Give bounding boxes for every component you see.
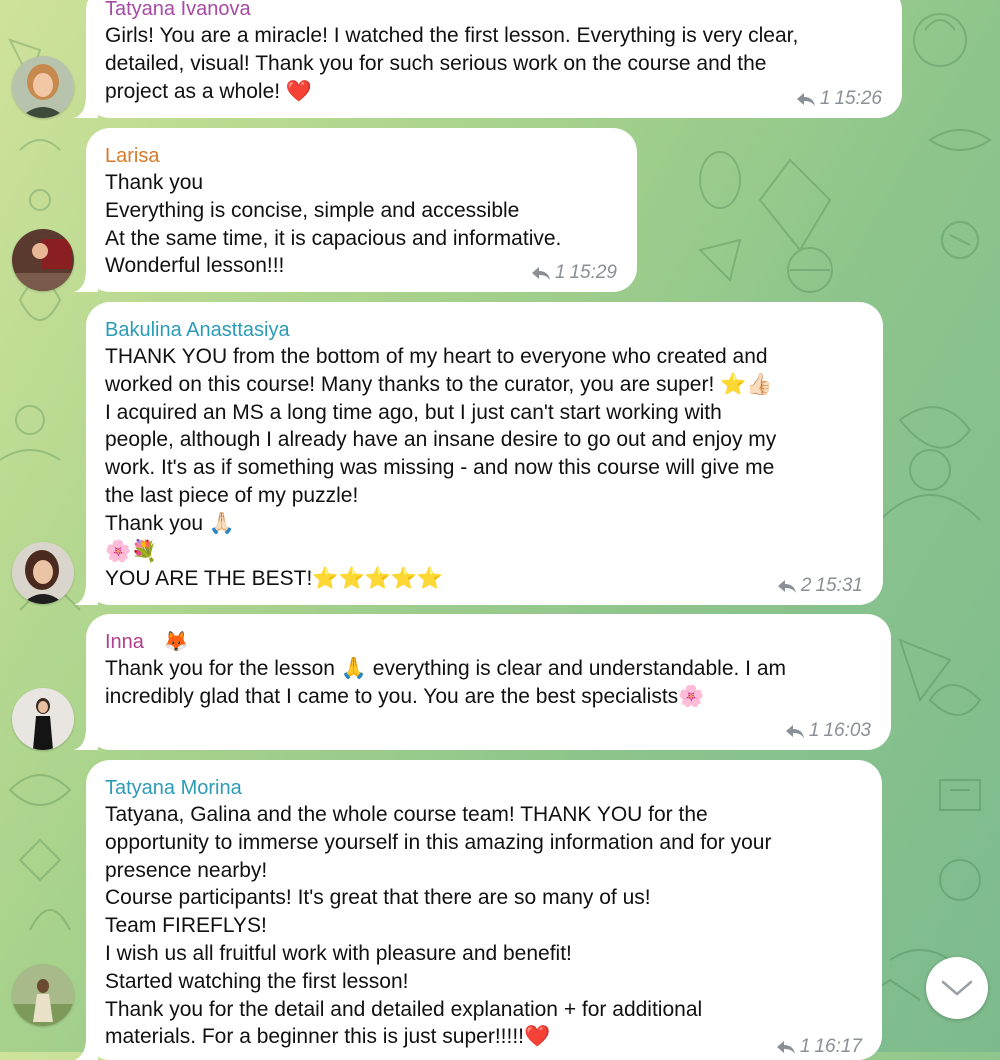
message-line: worked on this course! Many thanks to th… (105, 372, 773, 396)
message-time: 15:29 (569, 262, 617, 283)
message-bubble-larisa[interactable]: Larisa Thank you Everything is concise, … (74, 128, 637, 292)
message-line: Thank you for the detail and detailed ex… (105, 997, 703, 1021)
reply-arrow-icon[interactable] (777, 578, 797, 594)
message-text: THANK YOU from the bottom of my heart to… (105, 343, 865, 593)
message-line: Team FIREFLYS! (105, 914, 267, 938)
message-line: Thank you for the lesson 🙏 everything is… (105, 657, 787, 680)
bubble-tail (74, 96, 98, 118)
message-line: Started watching the first lesson! (105, 969, 409, 993)
avatar-tatyana-ivanova[interactable] (12, 56, 74, 118)
message-meta: 1 16:17 (776, 1036, 862, 1058)
message-line: work. It's as if something was missing -… (105, 456, 775, 480)
message-time: 16:17 (814, 1036, 862, 1057)
message-line: the last piece of my puzzle! (105, 483, 359, 507)
avatar-tatyana-morina[interactable] (12, 964, 74, 1026)
message-text: Thank you for the lesson 🙏 everything is… (105, 655, 873, 711)
message-line: YOU ARE THE BEST!⭐⭐⭐⭐⭐ (105, 567, 444, 591)
message-line: project as a whole! ❤️ (105, 79, 313, 103)
message-line: Thank you (105, 171, 204, 194)
message-line: I acquired an MS a long time ago, but I … (105, 400, 722, 424)
reply-arrow-icon[interactable] (796, 91, 816, 107)
message-line: THANK YOU from the bottom of my heart to… (105, 345, 768, 368)
sender-name-text[interactable]: Inna (105, 631, 144, 653)
message-line: opportunity to immerse yourself in this … (105, 830, 772, 854)
sender-name[interactable]: Larisa (105, 143, 619, 169)
message-meta: 1 15:29 (531, 262, 617, 284)
message-text: Girls! You are a miracle! I watched the … (105, 22, 884, 105)
sender-name[interactable]: Bakulina Anasttasiya (105, 317, 865, 343)
sender-name[interactable]: Tatyana Morina (105, 775, 864, 801)
reply-count[interactable]: 1 (800, 1036, 811, 1058)
message-meta: 1 15:26 (796, 88, 882, 110)
message-line: presence nearby! (105, 858, 268, 882)
reply-count[interactable]: 1 (820, 88, 831, 110)
reply-count[interactable]: 1 (809, 720, 820, 742)
chevron-down-icon (941, 980, 973, 996)
bubble-tail (74, 583, 98, 605)
message-time: 15:26 (834, 88, 882, 109)
message-meta: 1 16:03 (785, 720, 871, 742)
message-line: detailed, visual! Thank you for such ser… (105, 51, 767, 75)
reply-arrow-icon[interactable] (531, 265, 551, 281)
avatar-inna[interactable] (12, 688, 74, 750)
bubble-tail (74, 270, 98, 292)
scroll-to-bottom-button[interactable] (926, 957, 988, 1019)
reply-arrow-icon[interactable] (785, 723, 805, 739)
avatar-larisa[interactable] (12, 229, 74, 291)
sender-emoji: 🦊 (163, 631, 189, 653)
bubble-tail (74, 728, 98, 750)
message-bubble-bakulina-anasttasiya[interactable]: Bakulina Anasttasiya THANK YOU from the … (74, 302, 883, 605)
message-line: materials. For a beginner this is just s… (105, 1025, 551, 1049)
message-time: 15:31 (815, 575, 863, 596)
message-line: I wish us all fruitful work with pleasur… (105, 941, 572, 965)
bubble-tail (74, 1038, 98, 1060)
sender-name[interactable]: Inna 🦊 (105, 629, 873, 655)
message-bubble-inna[interactable]: Inna 🦊 Thank you for the lesson 🙏 everyt… (74, 614, 891, 750)
message-text: Tatyana, Galina and the whole course tea… (105, 801, 864, 1051)
message-line: 🌸💐 (105, 539, 158, 563)
message-time: 16:03 (823, 720, 871, 741)
message-bubble-tatyana-morina[interactable]: Tatyana Morina Tatyana, Galina and the w… (74, 760, 882, 1060)
message-meta: 2 15:31 (777, 575, 863, 597)
message-line: Everything is concise, simple and access… (105, 198, 520, 222)
reply-count[interactable]: 1 (555, 262, 566, 284)
reply-count[interactable]: 2 (801, 575, 812, 597)
message-line: incredibly glad that I came to you. You … (105, 684, 705, 708)
reply-arrow-icon[interactable] (776, 1039, 796, 1055)
message-line: Tatyana, Galina and the whole course tea… (105, 803, 708, 826)
message-line: Girls! You are a miracle! I watched the … (105, 24, 799, 47)
message-bubble-tatyana-ivanova[interactable]: Tatyana Ivanova Girls! You are a miracle… (74, 0, 902, 118)
avatar-bakulina-anasttasiya[interactable] (12, 542, 74, 604)
message-line: Course participants! It's great that the… (105, 886, 651, 910)
message-line: Thank you 🙏🏻 (105, 511, 236, 535)
sender-name[interactable]: Tatyana Ivanova (105, 0, 884, 22)
message-line: At the same time, it is capacious and in… (105, 226, 562, 250)
message-line: people, although I already have an insan… (105, 428, 777, 452)
